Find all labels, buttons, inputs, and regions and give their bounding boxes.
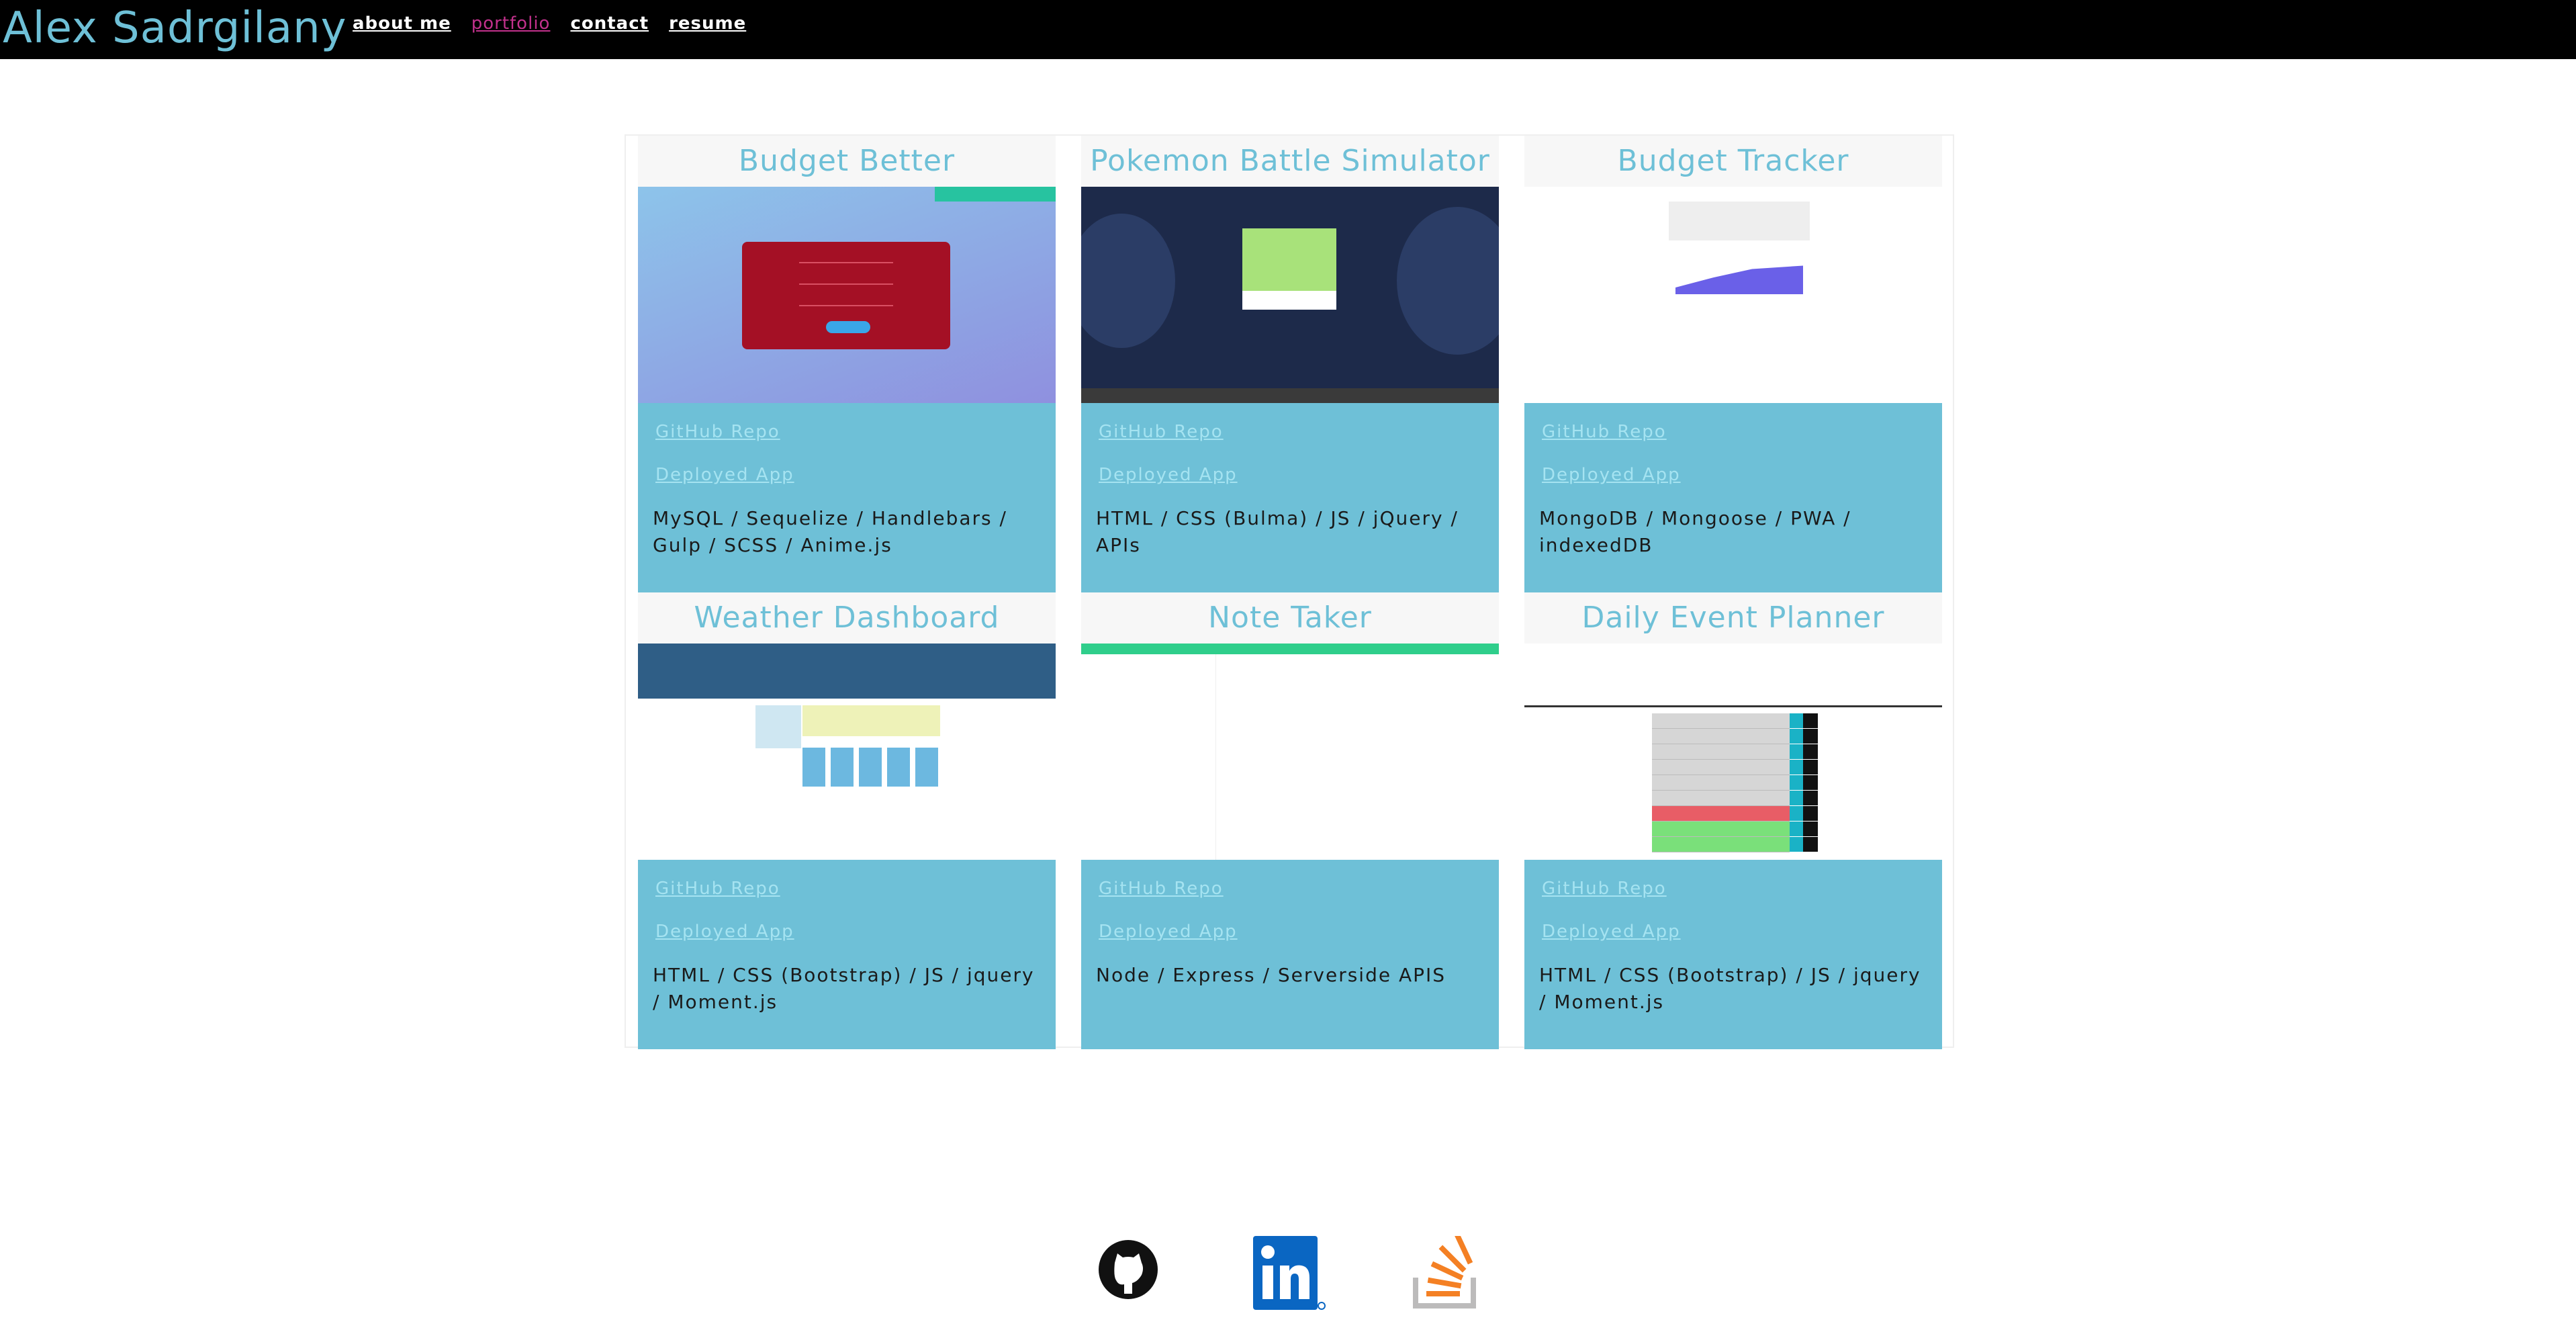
github-repo-link[interactable]: GitHub Repo bbox=[1099, 879, 1224, 899]
project-info: GitHub Repo Deployed App HTML / CSS (Boo… bbox=[1524, 860, 1942, 1049]
deployed-app-link[interactable]: Deployed App bbox=[1099, 922, 1238, 942]
deployed-app-link[interactable]: Deployed App bbox=[1542, 922, 1681, 942]
project-title: Pokemon Battle Simulator bbox=[1081, 136, 1499, 187]
project-info: GitHub Repo Deployed App HTML / CSS (Bul… bbox=[1081, 403, 1499, 592]
project-screenshot bbox=[638, 187, 1056, 403]
site-header: Alex Sadrgilany about me portfolio conta… bbox=[0, 0, 2576, 59]
github-repo-link[interactable]: GitHub Repo bbox=[1542, 879, 1667, 899]
project-info: GitHub Repo Deployed App Node / Express … bbox=[1081, 860, 1499, 1049]
project-title: Budget Better bbox=[638, 136, 1056, 187]
project-title: Budget Tracker bbox=[1524, 136, 1942, 187]
tech-stack: HTML / CSS (Bootstrap) / JS / jquery / M… bbox=[1539, 964, 1921, 1013]
project-screenshot bbox=[1081, 187, 1499, 403]
shot-search-panel bbox=[755, 705, 801, 748]
github-repo-link[interactable]: GitHub Repo bbox=[655, 422, 780, 442]
brand-name[interactable]: Alex Sadrgilany bbox=[3, 0, 347, 59]
tech-stack: MySQL / Sequelize / Handlebars / Gulp / … bbox=[653, 507, 1007, 556]
deployed-app-link[interactable]: Deployed App bbox=[655, 922, 794, 942]
stackoverflow-icon[interactable] bbox=[1409, 1231, 1476, 1310]
tech-stack: Node / Express / Serverside APIS bbox=[1096, 964, 1446, 986]
main-nav: about me portfolio contact resume bbox=[353, 13, 766, 34]
project-card-daily-event-planner: Daily Event Planner GitHub Repo Deployed… bbox=[1524, 592, 1942, 1049]
project-info: GitHub Repo Deployed App HTML / CSS (Boo… bbox=[638, 860, 1056, 1049]
project-card-note-taker: Note Taker GitHub Repo Deployed App Node… bbox=[1081, 592, 1499, 1049]
shot-form bbox=[742, 242, 950, 349]
deployed-app-link[interactable]: Deployed App bbox=[655, 465, 794, 485]
shot-navbar bbox=[935, 187, 1056, 202]
nav-about-me[interactable]: about me bbox=[353, 13, 451, 34]
github-icon[interactable] bbox=[1095, 1236, 1162, 1310]
project-card-budget-better: Budget Better GitHub Repo Deployed App M… bbox=[638, 136, 1056, 592]
nav-portfolio[interactable]: portfolio bbox=[471, 13, 551, 34]
tech-stack: MongoDB / Mongoose / PWA / indexedDB bbox=[1539, 507, 1851, 556]
shot-area-chart bbox=[1675, 265, 1803, 294]
tech-stack: HTML / CSS (Bootstrap) / JS / jquery / M… bbox=[653, 964, 1035, 1013]
social-links bbox=[1095, 1231, 1484, 1317]
project-screenshot bbox=[1524, 644, 1942, 860]
project-screenshot bbox=[638, 644, 1056, 860]
github-repo-link[interactable]: GitHub Repo bbox=[1542, 422, 1667, 442]
project-info: GitHub Repo Deployed App MongoDB / Mongo… bbox=[1524, 403, 1942, 592]
tech-stack: HTML / CSS (Bulma) / JS / jQuery / APIs bbox=[1096, 507, 1459, 556]
project-title: Note Taker bbox=[1081, 592, 1499, 644]
github-repo-link[interactable]: GitHub Repo bbox=[655, 879, 780, 899]
project-title: Weather Dashboard bbox=[638, 592, 1056, 644]
nav-resume[interactable]: resume bbox=[669, 13, 746, 34]
project-card-pokemon-battle-simulator: Pokemon Battle Simulator GitHub Repo Dep… bbox=[1081, 136, 1499, 592]
portfolio-grid: Budget Better GitHub Repo Deployed App M… bbox=[625, 134, 1954, 1049]
project-info: GitHub Repo Deployed App MySQL / Sequeli… bbox=[638, 403, 1056, 592]
project-card-budget-tracker: Budget Tracker GitHub Repo Deployed App … bbox=[1524, 136, 1942, 592]
shot-table bbox=[1669, 202, 1810, 240]
github-repo-link[interactable]: GitHub Repo bbox=[1099, 422, 1224, 442]
shot-navbar bbox=[1081, 644, 1499, 654]
project-screenshot bbox=[1524, 187, 1942, 403]
deployed-app-link[interactable]: Deployed App bbox=[1099, 465, 1238, 485]
linkedin-icon[interactable] bbox=[1252, 1236, 1326, 1310]
deployed-app-link[interactable]: Deployed App bbox=[1542, 465, 1681, 485]
project-title: Daily Event Planner bbox=[1524, 592, 1942, 644]
nav-contact[interactable]: contact bbox=[570, 13, 649, 34]
shot-current-weather bbox=[802, 705, 940, 736]
project-card-weather-dashboard: Weather Dashboard GitHub Repo Deployed A… bbox=[638, 592, 1056, 1049]
project-screenshot bbox=[1081, 644, 1499, 860]
shot-header bbox=[638, 644, 1056, 699]
